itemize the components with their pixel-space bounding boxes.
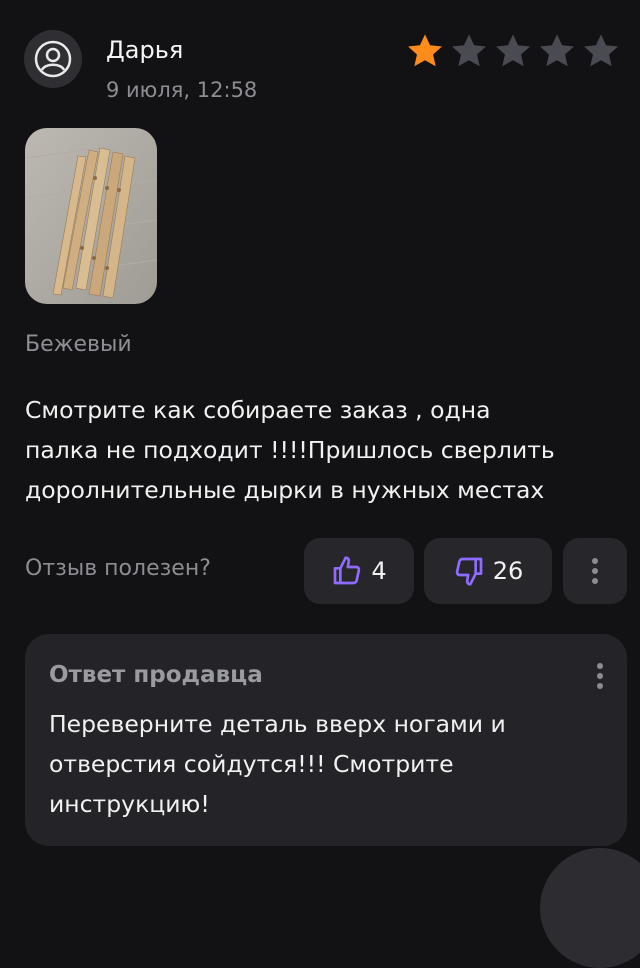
review-date: 9 июля, 12:58 bbox=[106, 78, 258, 102]
seller-reply-title: Ответ продавца bbox=[49, 662, 263, 688]
star-icon-1 bbox=[404, 30, 446, 72]
star-icon-4 bbox=[536, 30, 578, 72]
like-count: 4 bbox=[371, 557, 387, 585]
star-icon-2 bbox=[448, 30, 490, 72]
review-more-button[interactable] bbox=[563, 538, 627, 604]
avatar bbox=[24, 30, 82, 88]
seller-reply-text: Переверните деталь вверх ногами и отверс… bbox=[49, 710, 506, 818]
rating-stars bbox=[404, 30, 622, 72]
review-author: Дарья bbox=[106, 36, 184, 64]
review-variant: Бежевый bbox=[25, 332, 132, 357]
like-button[interactable]: 4 bbox=[304, 538, 414, 604]
dislike-button[interactable]: 26 bbox=[424, 538, 552, 604]
reply-more-button[interactable] bbox=[585, 654, 615, 698]
review-text: Смотрите как собираете заказ , одна палк… bbox=[25, 396, 555, 504]
user-circle-icon bbox=[34, 40, 72, 78]
seller-reply-card: Ответ продавца Переверните деталь вверх … bbox=[25, 634, 627, 846]
star-icon-3 bbox=[492, 30, 534, 72]
more-vertical-icon bbox=[597, 663, 603, 689]
thumbs-up-icon bbox=[334, 556, 361, 585]
star-icon-5 bbox=[580, 30, 622, 72]
scroll-top-button[interactable] bbox=[540, 848, 640, 968]
review-photo[interactable] bbox=[25, 128, 157, 304]
more-vertical-icon bbox=[592, 558, 598, 584]
helpful-label: Отзыв полезен? bbox=[25, 556, 211, 581]
thumbs-down-icon bbox=[455, 557, 483, 586]
dislike-count: 26 bbox=[492, 557, 524, 585]
